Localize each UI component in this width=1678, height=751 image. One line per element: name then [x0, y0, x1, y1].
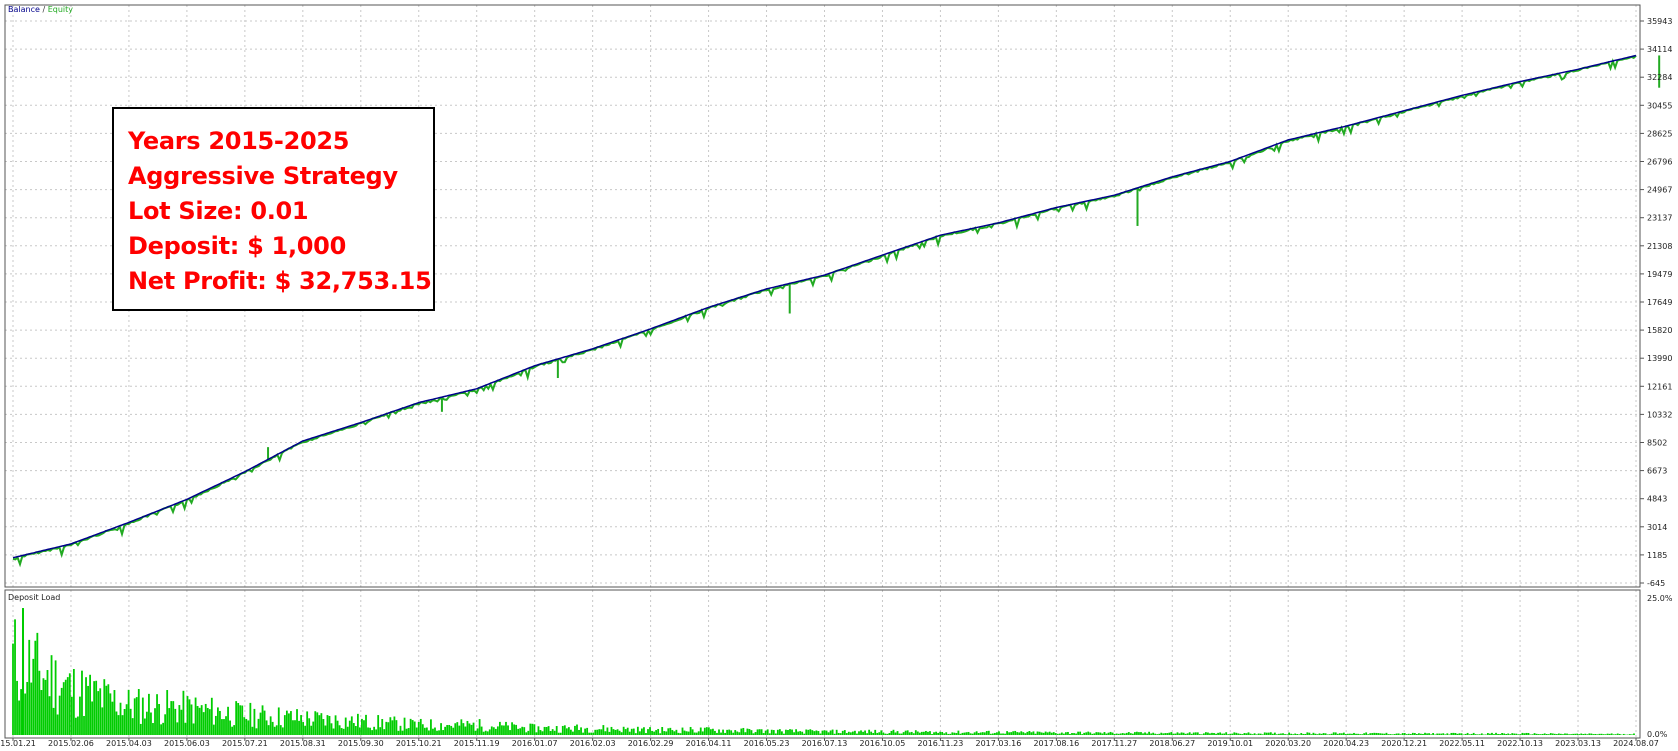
x-tick-label: 2016.07.13 — [802, 739, 848, 747]
x-tick-label: 2020.04.23 — [1323, 739, 1369, 747]
y-tick-label: 1185 — [1647, 551, 1667, 560]
x-tick-label: 2017.11.27 — [1091, 739, 1137, 747]
annotation-years: Years 2015-2025 — [128, 127, 350, 155]
legend-separator: / — [39, 5, 48, 14]
x-tick-label: 2017.08.16 — [1033, 739, 1079, 747]
x-tick-label: 2022.10.13 — [1497, 739, 1543, 747]
x-tick-label: 2016.02.03 — [570, 739, 616, 747]
y-tick-label: 6673 — [1647, 467, 1667, 476]
sub-grid — [12, 590, 1637, 738]
annotation-box: Years 2015-2025 Aggressive Strategy Lot … — [112, 107, 435, 311]
x-tick-label: 2020.12.21 — [1381, 739, 1427, 747]
x-tick-label: 2015.10.21 — [396, 739, 442, 747]
y-tick-label: 23137 — [1647, 214, 1672, 223]
y-tick-label: 30455 — [1647, 101, 1672, 110]
x-tick-label: 2015.04.03 — [106, 739, 152, 747]
x-tick-label: 2019.10.01 — [1207, 739, 1253, 747]
x-tick-label: 2015.11.19 — [454, 739, 500, 747]
y-tick-label: 19479 — [1647, 270, 1672, 279]
y-tick-label: 13990 — [1647, 354, 1672, 363]
legend-balance: Balance — [8, 5, 40, 14]
y-axis-ticks: 35943 34114 32284 30455 28625 26796 24967 23137… — [1640, 17, 1672, 588]
y-tick-label: 12161 — [1647, 382, 1672, 391]
sub-y-tick-label: 25.0% — [1647, 594, 1673, 603]
x-tick-label: 2022.05.11 — [1439, 739, 1485, 747]
x-tick-label: 2016.02.29 — [628, 739, 674, 747]
x-tick-label: 2015.09.30 — [338, 739, 384, 747]
x-axis-ticks: 2015.01.21 2015.02.06 2015.04.03 2015.06.03… — [0, 738, 1659, 748]
x-tick-label: 2016.10.05 — [860, 739, 906, 747]
y-tick-label: 34114 — [1647, 45, 1672, 54]
legend-equity: Equity — [47, 5, 73, 14]
annotation-deposit: Deposit: $ 1,000 — [128, 232, 346, 260]
y-tick-label: 15820 — [1647, 326, 1672, 335]
y-tick-label: 17649 — [1647, 298, 1672, 307]
y-tick-label: 32284 — [1647, 73, 1672, 82]
y-tick-label: 28625 — [1647, 129, 1672, 138]
x-tick-label: 2015.01.21 — [0, 739, 36, 747]
x-tick-label: 2016.01.07 — [512, 739, 558, 747]
y-tick-label: -645 — [1647, 579, 1665, 588]
y-tick-label: 35943 — [1647, 17, 1672, 26]
annotation-net-profit: Net Profit: $ 32,753.15 — [128, 267, 432, 295]
y-tick-label: 26796 — [1647, 158, 1672, 167]
x-tick-label: 2015.02.06 — [48, 739, 94, 747]
annotation-lot-size: Lot Size: 0.01 — [128, 197, 309, 225]
y-tick-label: 10332 — [1647, 410, 1672, 419]
x-tick-label: 2017.03.16 — [975, 739, 1021, 747]
chart-stage: 35943 34114 32284 30455 28625 26796 24967 23137… — [0, 0, 1678, 748]
x-tick-label: 2015.08.31 — [280, 739, 326, 747]
deposit-load-layer: 25.0% 0.0% — [12, 594, 1673, 739]
x-tick-label: 2015.07.21 — [222, 739, 268, 747]
x-tick-label: 2016.04.11 — [686, 739, 732, 747]
chart-legend: Balance / Equity — [8, 5, 73, 14]
x-tick-label: 2015.06.03 — [164, 739, 210, 747]
x-tick-label: 2023.03.13 — [1555, 739, 1601, 747]
y-tick-label: 4843 — [1647, 495, 1667, 504]
deposit-load-title: Deposit Load — [8, 593, 61, 602]
y-tick-label: 24967 — [1647, 186, 1672, 195]
annotation-strategy: Aggressive Strategy — [128, 162, 398, 190]
y-tick-label: 3014 — [1647, 523, 1667, 532]
x-tick-label: 2018.06.27 — [1149, 739, 1195, 747]
x-tick-label: 2016.05.23 — [744, 739, 790, 747]
sub-y-tick-label: 0.0% — [1647, 730, 1668, 739]
x-tick-label: 2016.11.23 — [918, 739, 964, 747]
y-tick-label: 21308 — [1647, 242, 1672, 251]
x-tick-label: 2020.03.20 — [1265, 739, 1311, 747]
y-tick-label: 8502 — [1647, 439, 1667, 448]
x-tick-label: 2024.08.07 — [1613, 739, 1659, 747]
